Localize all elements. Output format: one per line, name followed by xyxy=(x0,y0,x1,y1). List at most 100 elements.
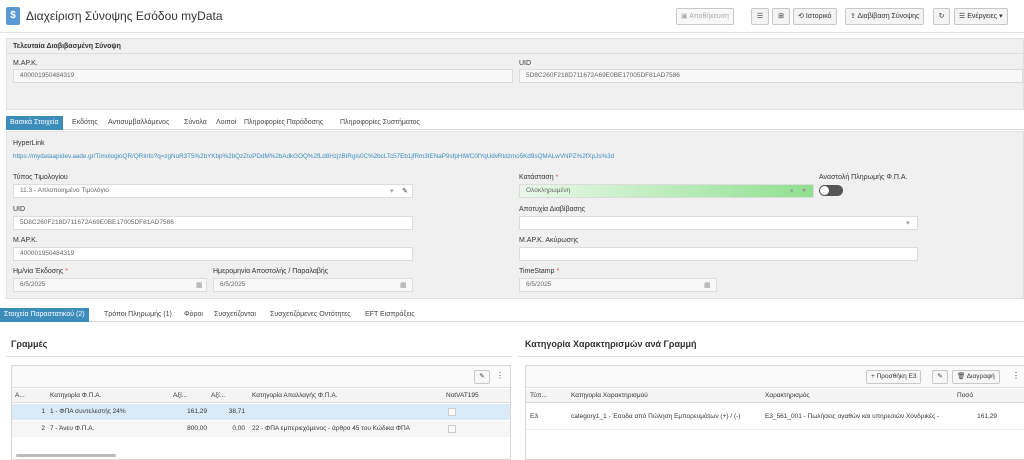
cell-value-2: 0,00 xyxy=(232,425,245,432)
tab-related-entities[interactable]: Συσχετιζόμενες Οντότητες xyxy=(266,308,355,322)
pencil-icon: ✎ xyxy=(937,373,943,380)
title-bar: $ Διαχείριση Σύνοψης Εσόδου myData ▣ Απο… xyxy=(0,0,1024,33)
notvat195-checkbox[interactable] xyxy=(448,408,456,416)
chevron-down-icon[interactable]: ▾ xyxy=(390,187,394,195)
grid-toolbar xyxy=(526,366,1024,388)
tab-payment-methods[interactable]: Τρόποι Πληρωμής (1) xyxy=(100,308,176,322)
dollar-document-icon: $ xyxy=(6,7,20,25)
upload-icon: ⇪ xyxy=(850,13,856,20)
col-type[interactable]: Τύπ... xyxy=(530,389,560,403)
uid-label: UID xyxy=(13,206,26,213)
cell-classification-category: category1_1 - Έσοδα από Πώληση Εμπορευμά… xyxy=(571,413,741,420)
menu-icon: ☰ xyxy=(959,13,966,20)
tab-delivery-info[interactable]: Πληροφορίες Παράδοσης xyxy=(240,116,327,130)
tab-other[interactable]: Λοιποί xyxy=(212,116,240,130)
cell-type: E3 xyxy=(530,413,538,420)
timestamp-field[interactable]: 6/5/2025 xyxy=(519,278,717,292)
cell-aa: 2 xyxy=(41,425,45,432)
col-aa[interactable]: Α... xyxy=(15,389,35,403)
delete-label: Διαγραφή xyxy=(966,373,995,380)
more-options-icon[interactable]: ⋮ xyxy=(1012,371,1020,380)
notvat195-checkbox[interactable] xyxy=(448,425,456,433)
col-value-1[interactable]: Αξί... xyxy=(173,389,203,403)
actions-menu-button[interactable]: ☰ Ενέργειες ▾ xyxy=(954,8,1008,25)
hyperlink-value[interactable]: https://mydataapidev.aade.gr/TimologioQR… xyxy=(13,153,1013,160)
actions-label: Ενέργειες xyxy=(967,13,998,20)
col-vat-exemption[interactable]: Κατηγορία Απαλλαγής Φ.Π.Α. xyxy=(252,389,442,403)
divider xyxy=(6,356,512,357)
issue-date-label: Ημ/νία Έκδοσης * xyxy=(13,268,69,275)
refresh-button[interactable]: ↻ xyxy=(933,8,950,25)
grid-view-button[interactable]: ⊞ xyxy=(772,8,790,25)
calendar-icon[interactable]: ▦ xyxy=(400,281,407,289)
history-button[interactable]: ⟲ Ιστορικό xyxy=(793,8,837,25)
grid-toolbar xyxy=(12,366,510,388)
cell-value-1: 161,29 xyxy=(187,408,207,415)
tab-issuer[interactable]: Εκδότης xyxy=(68,116,102,130)
list-icon: ☰ xyxy=(756,13,764,20)
horizontal-scrollbar[interactable] xyxy=(16,454,116,457)
page-title: Διαχείριση Σύνοψης Εσόδου myData xyxy=(26,9,223,23)
col-notvat195[interactable]: NotVAT195 xyxy=(446,389,506,403)
cell-vat-category: 1 - ΦΠΑ συντελεστής 24% xyxy=(50,408,126,415)
mark-cancel-field xyxy=(519,247,918,261)
save-label: Αποθήκευση xyxy=(689,13,729,20)
clear-icon[interactable]: ● xyxy=(802,187,806,194)
pencil-icon[interactable]: ✎ xyxy=(402,187,408,195)
failure-label: Αποτυχία Διαβίβασης xyxy=(519,206,586,213)
plus-icon: + xyxy=(871,373,875,380)
col-classification[interactable]: Χαρακτηρισμός xyxy=(765,389,955,403)
basic-info-section: HyperLink https://mydataapidev.aade.gr/T… xyxy=(6,131,1024,299)
cell-value-1: 800,00 xyxy=(187,425,207,432)
edit-lines-button[interactable]: ✎ xyxy=(474,370,490,384)
vat-suspend-toggle[interactable] xyxy=(819,185,843,196)
chevron-down-icon[interactable]: ▾ xyxy=(790,187,794,195)
col-classification-category[interactable]: Κατηγορία Χαρακτηρισμού xyxy=(571,389,761,403)
last-mark-label: Μ.ΑΡ.Κ. xyxy=(13,60,38,67)
issue-date-field[interactable]: 6/5/2025 xyxy=(13,278,207,292)
list-view-button[interactable]: ☰ xyxy=(751,8,769,25)
col-value-2[interactable]: Αξί... xyxy=(211,389,241,403)
status-label-text: Κατάσταση xyxy=(519,174,554,181)
col-amount[interactable]: Ποσό xyxy=(957,389,997,403)
tab-eft-receipts[interactable]: EFT Εισπράξεις xyxy=(361,308,419,322)
cell-vat-category: 7 - Άνευ Φ.Π.Α. xyxy=(50,425,95,432)
cell-value-2: 38,71 xyxy=(228,408,245,415)
tab-counterpart[interactable]: Αντισυμβαλλόμενος xyxy=(104,116,173,130)
tab-related[interactable]: Συσχετίζονται xyxy=(210,308,260,322)
tab-system-info[interactable]: Πληροφορίες Συστήματος xyxy=(336,116,424,130)
issue-date-label-text: Ημ/νία Έκδοσης xyxy=(13,268,64,275)
tab-totals[interactable]: Σύνολα xyxy=(180,116,211,130)
tab-document-details[interactable]: Στοιχεία Παραστατικού (2) xyxy=(0,308,89,322)
status-label: Κατάσταση * xyxy=(519,174,559,181)
chevron-down-icon: ▾ xyxy=(999,13,1003,20)
delete-button[interactable]: 🗑 Διαγραφή xyxy=(952,370,1000,384)
save-button[interactable]: ▣ Αποθήκευση xyxy=(676,8,734,25)
edit-classification-button[interactable]: ✎ xyxy=(932,370,948,384)
status-value: Ολοκληρωμένη xyxy=(526,187,571,194)
invoice-type-value: 11.3 - Απλοποιημένο Τιμολόγιο xyxy=(20,187,109,194)
document-tabs: Στοιχεία Παραστατικού (2) Τρόποι Πληρωμή… xyxy=(0,308,1024,322)
mark-label: Μ.ΑΡ.Κ. xyxy=(13,237,38,244)
tab-taxes[interactable]: Φόροι xyxy=(180,308,207,322)
calendar-icon[interactable]: ▦ xyxy=(704,281,711,289)
timestamp-label-text: TimeStamp xyxy=(519,268,555,275)
trash-icon: 🗑 xyxy=(957,373,966,380)
calendar-icon[interactable]: ▦ xyxy=(196,281,203,289)
add-e3-button[interactable]: + Προσθήκη Ε3 xyxy=(866,370,922,384)
tab-basic[interactable]: Βασικά Στοιχεία xyxy=(6,116,63,130)
read-summary-button[interactable]: ⇪ Διαβίβαση Σύνοψης xyxy=(845,8,925,25)
invoice-type-select[interactable]: 11.3 - Απλοποιημένο Τιμολόγιο xyxy=(13,184,413,198)
failure-select[interactable] xyxy=(519,216,918,230)
timestamp-label: TimeStamp * xyxy=(519,268,560,275)
chevron-down-icon[interactable]: ▾ xyxy=(906,219,910,227)
divider xyxy=(7,53,1024,54)
lines-grid: ✎ ⋮ Α... Κατηγορία Φ.Π.Α. Αξί... Αξί... … xyxy=(11,365,511,460)
cell-amount: 161,29 xyxy=(977,413,997,420)
send-date-field[interactable]: 6/5/2025 xyxy=(213,278,413,292)
refresh-icon: ↻ xyxy=(938,13,945,20)
last-uid-label: UID xyxy=(519,60,532,67)
more-options-icon[interactable]: ⋮ xyxy=(496,371,504,380)
col-vat-category[interactable]: Κατηγορία Φ.Π.Α. xyxy=(50,389,170,403)
cell-aa: 1 xyxy=(41,408,45,415)
